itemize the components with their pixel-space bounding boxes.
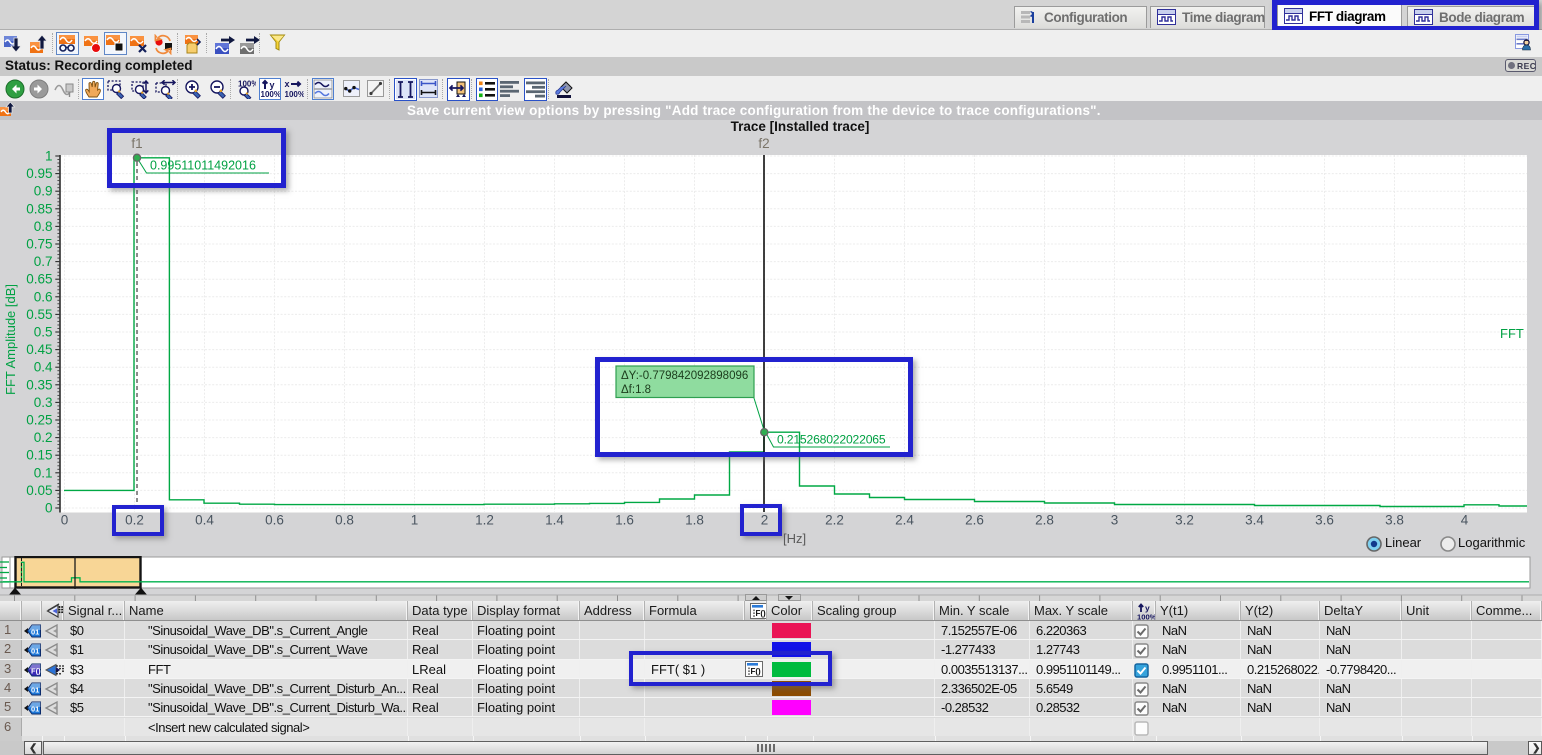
svg-text:4: 4 <box>1461 513 1469 528</box>
svg-text:0: 0 <box>45 501 53 516</box>
svg-text:1.2: 1.2 <box>475 513 494 528</box>
svg-text:1.6: 1.6 <box>615 513 634 528</box>
svg-text:0.15: 0.15 <box>26 448 52 463</box>
svg-text:01: 01 <box>31 628 39 637</box>
svg-text:y: y <box>1145 603 1150 613</box>
svg-text:0.1: 0.1 <box>34 465 53 480</box>
svg-text:x: x <box>285 79 290 89</box>
svg-text:2.4: 2.4 <box>895 513 914 528</box>
svg-text:0.35: 0.35 <box>26 377 52 392</box>
svg-text:100%: 100% <box>1137 613 1156 621</box>
svg-text:01: 01 <box>31 647 39 656</box>
svg-text:1: 1 <box>45 149 53 164</box>
svg-text:0.95: 0.95 <box>26 166 52 181</box>
svg-text:0.6: 0.6 <box>34 289 53 304</box>
svg-text:0.85: 0.85 <box>26 201 52 216</box>
svg-text:1: 1 <box>411 513 419 528</box>
svg-text:2.2: 2.2 <box>825 513 844 528</box>
svg-text:1.8: 1.8 <box>685 513 704 528</box>
svg-text:0.45: 0.45 <box>26 342 52 357</box>
svg-text:0.8: 0.8 <box>34 219 53 234</box>
svg-text:0.8: 0.8 <box>335 513 354 528</box>
svg-text:01: 01 <box>31 685 39 694</box>
svg-text:01: 01 <box>31 705 39 714</box>
svg-text:0.55: 0.55 <box>26 307 52 322</box>
svg-text:0.05: 0.05 <box>26 483 52 498</box>
svg-text:F(): F() <box>31 666 41 675</box>
svg-text:0.6: 0.6 <box>265 513 284 528</box>
svg-text:3.6: 3.6 <box>1315 513 1334 528</box>
svg-text:0.5: 0.5 <box>34 325 53 340</box>
svg-text:2.6: 2.6 <box>965 513 984 528</box>
svg-text:100%: 100% <box>261 90 281 99</box>
svg-text:FFT: FFT <box>1500 326 1524 341</box>
svg-text:3.8: 3.8 <box>1385 513 1404 528</box>
svg-text:0.4: 0.4 <box>195 513 214 528</box>
svg-text:y: y <box>270 80 275 90</box>
svg-text:0.65: 0.65 <box>26 272 52 287</box>
svg-text:100%: 100% <box>238 80 256 89</box>
svg-text:[Hz]: [Hz] <box>783 531 806 546</box>
svg-text:3.2: 3.2 <box>1175 513 1194 528</box>
svg-text:0.25: 0.25 <box>26 413 52 428</box>
svg-text:0.9: 0.9 <box>34 184 53 199</box>
svg-text:0.75: 0.75 <box>26 237 52 252</box>
svg-text:2.8: 2.8 <box>1035 513 1054 528</box>
svg-text:0.2: 0.2 <box>34 430 53 445</box>
svg-text:0.3: 0.3 <box>34 395 53 410</box>
svg-text:0.7: 0.7 <box>34 254 53 269</box>
svg-text:F(): F() <box>756 609 767 618</box>
svg-text:3: 3 <box>1111 513 1119 528</box>
svg-text:0.4: 0.4 <box>34 360 53 375</box>
svg-text:0: 0 <box>61 513 69 528</box>
svg-text:1.4: 1.4 <box>545 513 564 528</box>
svg-text:100%: 100% <box>285 90 305 99</box>
svg-text:3.4: 3.4 <box>1245 513 1264 528</box>
